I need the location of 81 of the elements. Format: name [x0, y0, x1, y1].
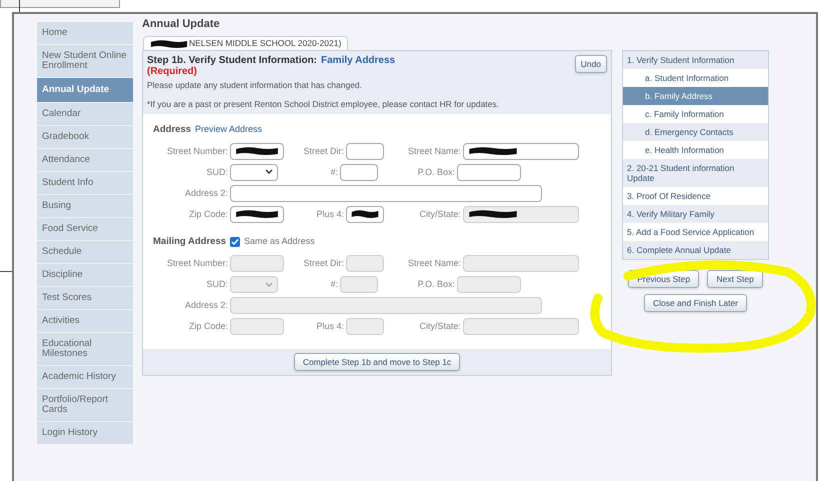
preview-address-link[interactable]: Preview Address — [195, 122, 262, 136]
step-item[interactable]: 4. Verify Military Family — [623, 205, 768, 223]
input-field[interactable] — [463, 206, 579, 223]
field-label: Plus 4: — [315, 208, 345, 220]
redaction-mark — [468, 146, 518, 156]
field-label: Street Number: — [166, 256, 229, 270]
input-field[interactable] — [346, 206, 384, 223]
field-label: #: — [329, 166, 339, 178]
field-label: Address 2: — [184, 298, 229, 312]
sidebar-item[interactable]: Student Info — [37, 172, 133, 195]
hr-note: *If you are a past or present Renton School District employee, please contact HR for updates. — [147, 98, 500, 110]
step-item[interactable]: 2. 20-21 Student information Update — [623, 159, 768, 187]
sidebar-item[interactable]: Portfolio/Report Cards — [37, 389, 133, 422]
sidebar-item[interactable]: Login History — [37, 422, 133, 445]
step-item[interactable]: a. Student Information — [623, 69, 768, 87]
field-label: Zip Code: — [188, 208, 229, 221]
sidebar-item[interactable]: Attendance — [37, 149, 133, 172]
required-label: (Required) — [147, 66, 198, 77]
input-field[interactable] — [463, 142, 579, 160]
input-field[interactable] — [346, 142, 384, 160]
field-label: SUD: — [205, 278, 229, 291]
chevron-icon — [265, 169, 273, 176]
step-item[interactable]: 6. Complete Annual Update — [623, 241, 768, 259]
step-item[interactable]: d. Emergency Contacts — [623, 123, 768, 141]
close-finish-later-button[interactable]: Close and Finish Later — [644, 294, 748, 312]
field-label: Address 2: — [184, 186, 229, 200]
section-heading: Mailing Address — [153, 234, 226, 249]
step-item[interactable]: b. Family Address — [623, 87, 768, 105]
sidebar-item[interactable]: Food Service — [37, 218, 133, 241]
sidebar-item[interactable]: Home — [37, 22, 133, 45]
field-label: City/State: — [418, 320, 462, 333]
input-field[interactable] — [230, 142, 284, 160]
redaction-mark — [351, 209, 379, 220]
page-title: Annual Update — [142, 18, 221, 30]
sidebar-item[interactable]: Academic History — [37, 366, 133, 389]
field-label: #: — [329, 278, 339, 291]
redaction-mark — [150, 38, 188, 48]
field-label: Street Name: — [406, 144, 462, 158]
next-step-button[interactable]: Next Step — [707, 270, 763, 288]
sidebar-item[interactable]: Educational Milestones — [37, 333, 133, 366]
redaction-mark — [235, 209, 279, 220]
sidebar-item[interactable]: Calendar — [37, 103, 133, 126]
section-heading: Address — [153, 122, 192, 136]
redaction-mark — [235, 146, 279, 156]
field-label: Street Dir: — [302, 144, 345, 158]
step-item[interactable]: c. Family Information — [623, 105, 768, 123]
complete-step-button[interactable]: Complete Step 1b and move to Step 1c — [294, 353, 460, 371]
field-label: Plus 4: — [315, 320, 345, 333]
sidebar-item[interactable]: Schedule — [37, 241, 133, 264]
field-label: Street Dir: — [302, 256, 345, 270]
dropdown-field[interactable] — [230, 164, 278, 181]
field-label: Zip Code: — [188, 320, 229, 333]
sidebar-item[interactable]: Test Scores — [37, 287, 133, 310]
sidebar-item[interactable]: Annual Update — [37, 78, 133, 103]
step-subtitle: Family Address — [321, 55, 396, 66]
sidebar-item[interactable]: Discipline — [37, 264, 133, 287]
input-field[interactable] — [230, 206, 284, 223]
step-item[interactable]: e. Health Information — [623, 141, 768, 159]
input-field[interactable] — [340, 164, 378, 181]
step-item[interactable]: 3. Proof Of Residence — [623, 187, 768, 205]
field-label: City/State: — [418, 208, 462, 221]
field-label: P.O. Box: — [416, 278, 456, 291]
field-label: Street Name: — [406, 256, 462, 270]
sidebar-item[interactable]: Gradebook — [37, 126, 133, 149]
student-tab[interactable]: NELSEN MIDDLE SCHOOL 2020-2021) — [143, 36, 348, 50]
undo-button[interactable]: Undo — [574, 55, 607, 73]
instruction-text: Please update any student information that has changed. — [147, 79, 364, 92]
checkbox-label: Same as Address — [244, 235, 315, 248]
chevron-icon — [265, 282, 273, 288]
step-item[interactable]: 5. Add a Food Service Application — [623, 223, 768, 241]
step-item[interactable]: 1. Verify Student Information — [623, 51, 768, 69]
tab-label: NELSEN MIDDLE SCHOOL 2020-2021) — [189, 37, 342, 50]
redaction-mark — [468, 209, 518, 220]
sidebar-item[interactable]: Busing — [37, 195, 133, 218]
input-field[interactable] — [457, 164, 521, 181]
step-title: Step 1b. Verify Student Information: — [147, 55, 318, 66]
input-field[interactable] — [230, 184, 542, 202]
sidebar-item[interactable]: Activities — [37, 310, 133, 333]
field-label: Street Number: — [166, 144, 229, 158]
field-label: P.O. Box: — [416, 166, 456, 178]
field-label: SUD: — [205, 166, 229, 178]
